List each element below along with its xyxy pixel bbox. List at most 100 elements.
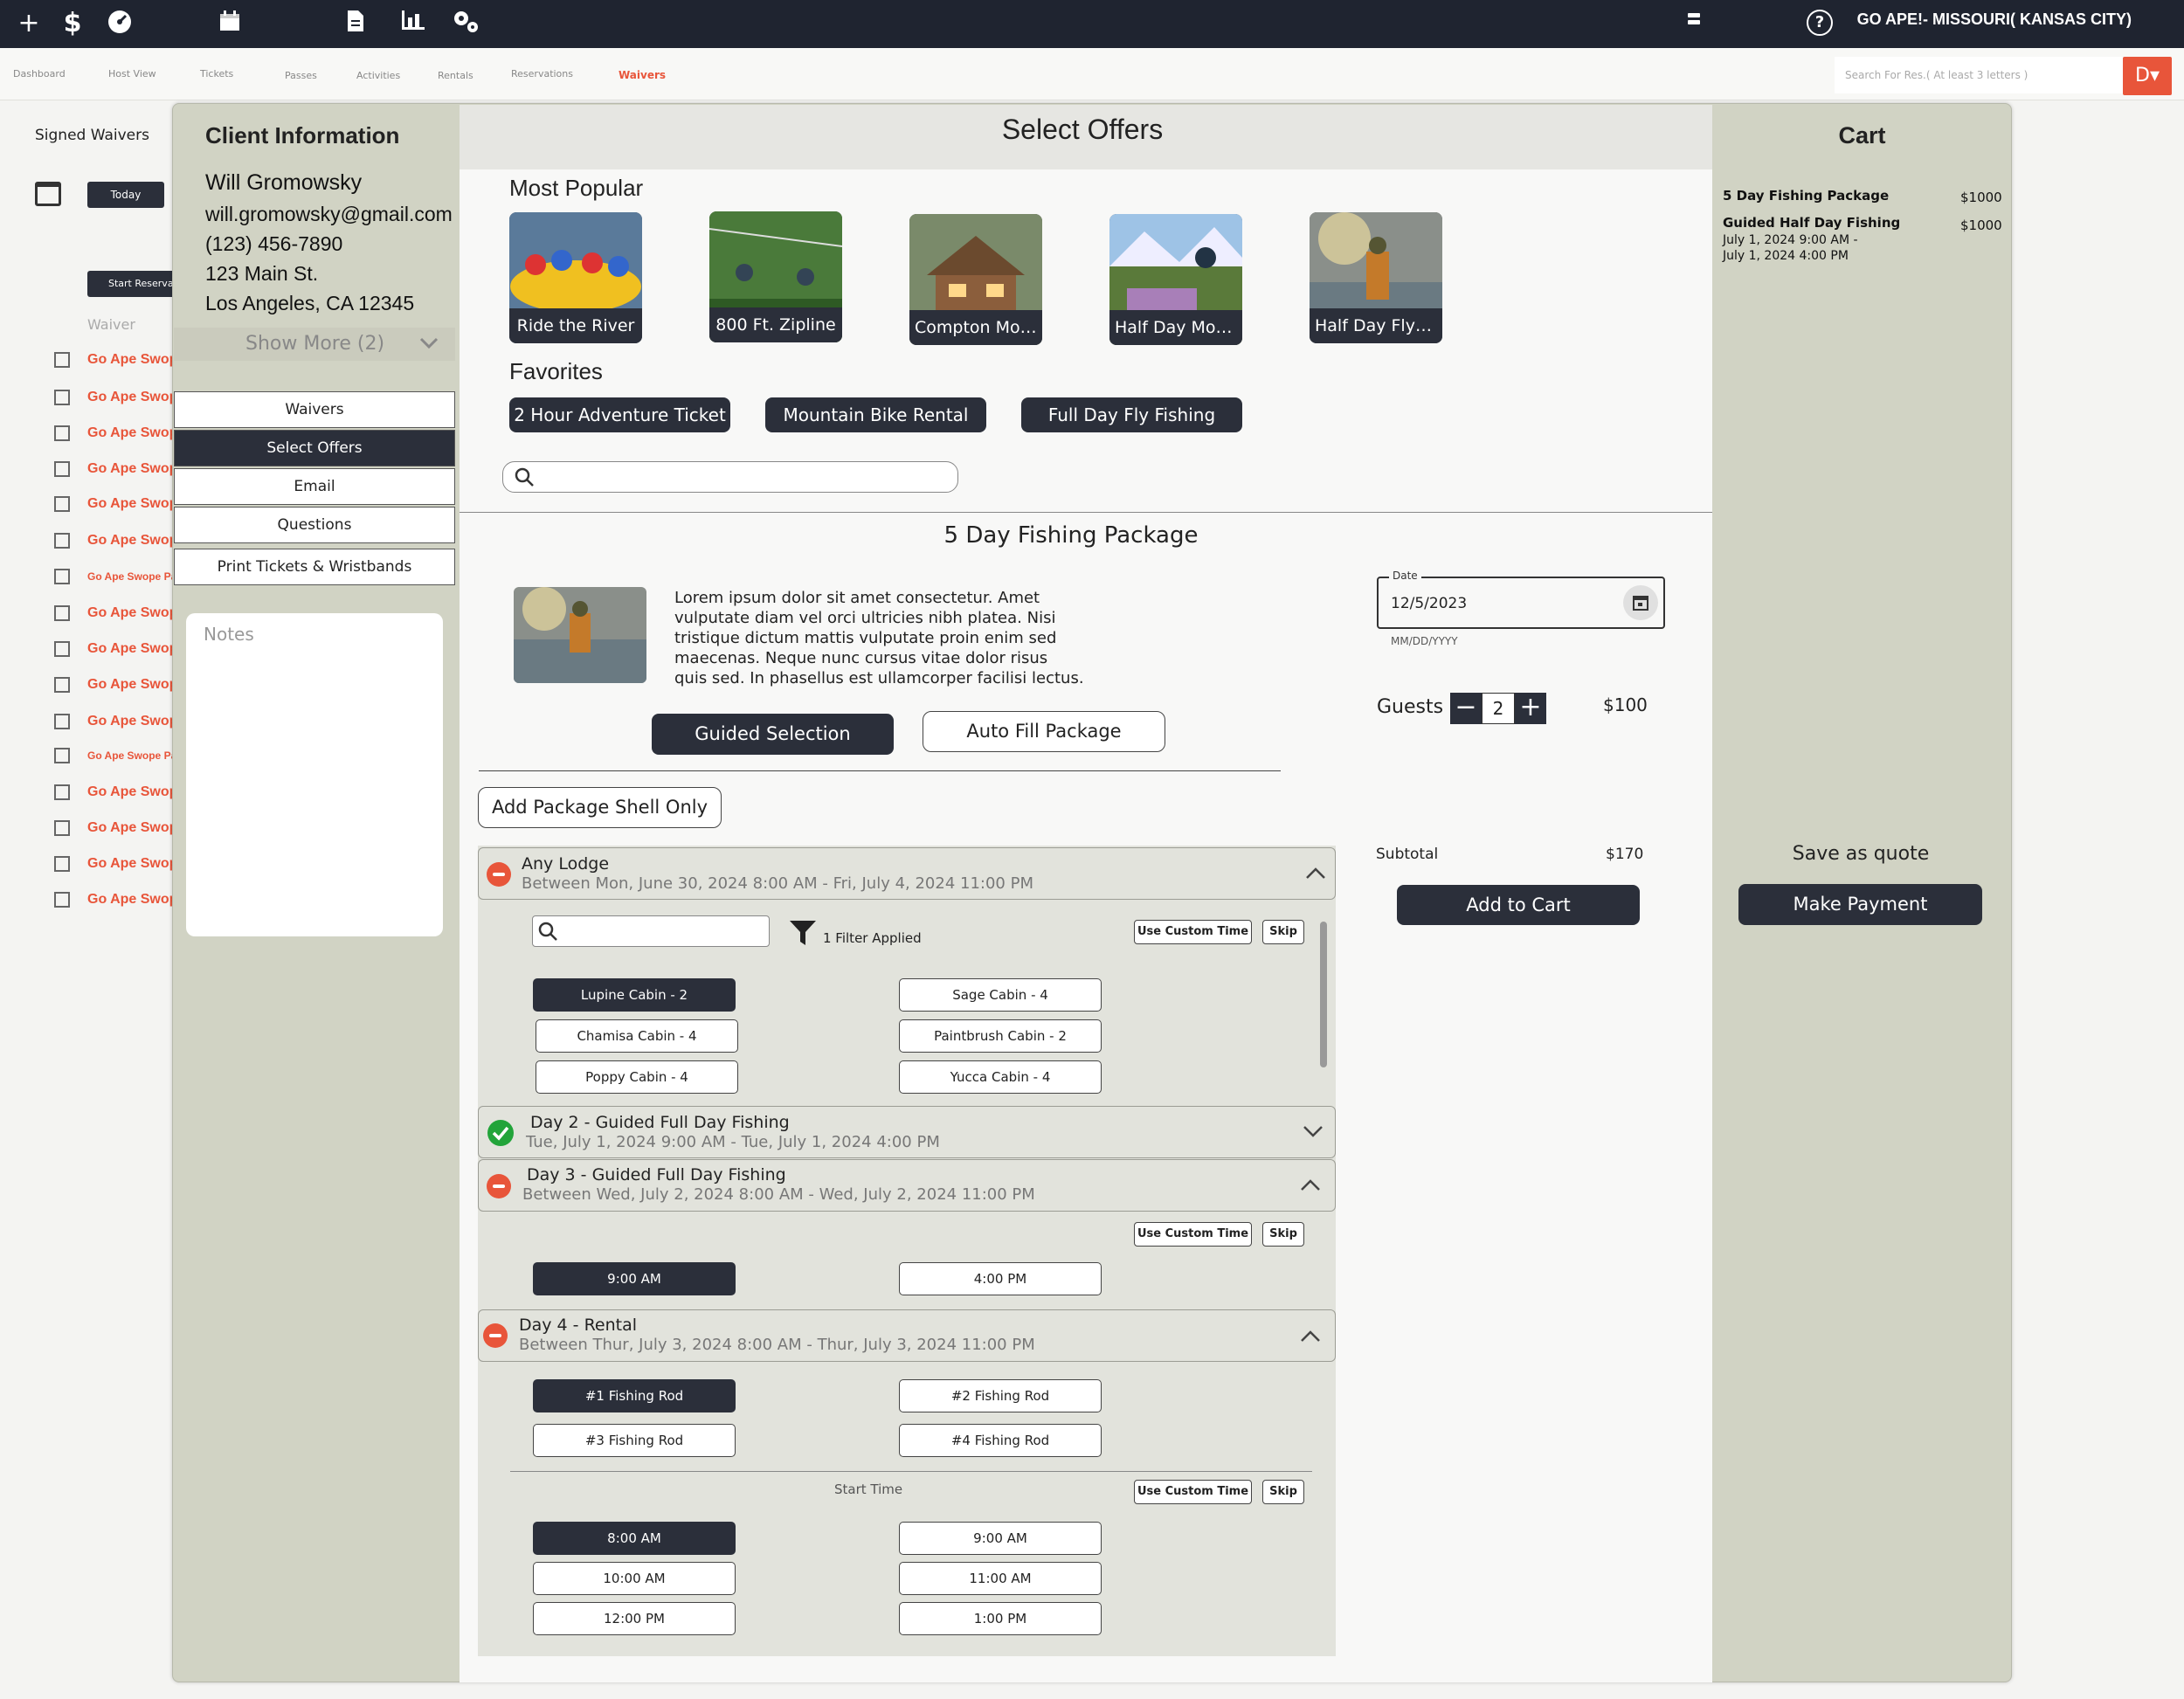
guests-value[interactable]: 2	[1482, 693, 1515, 724]
use-custom-time-button[interactable]: Use Custom Time	[1134, 1222, 1252, 1247]
offer-tile-zipline[interactable]: 800 Ft. Zipline	[709, 211, 842, 342]
waiver-row[interactable]: Go Ape Swope Park	[54, 853, 175, 874]
add-package-shell-button[interactable]: Add Package Shell Only	[478, 787, 722, 828]
make-payment-button[interactable]: Make Payment	[1738, 884, 1982, 925]
waiver-checkbox[interactable]	[54, 425, 70, 441]
grid-icon[interactable]	[1688, 13, 1704, 32]
filter-icon[interactable]	[788, 917, 818, 947]
offer-tile-flyfishing[interactable]: Half Day Flyfishing	[1310, 212, 1442, 343]
dollar-icon[interactable]: $	[58, 9, 87, 38]
save-as-quote-link[interactable]: Save as quote	[1738, 843, 1983, 865]
add-to-cart-button[interactable]: Add to Cart	[1397, 885, 1640, 925]
cabin-option[interactable]: Sage Cabin - 4	[899, 978, 1102, 1012]
offer-tile-ride-the-river[interactable]: Ride the River	[509, 212, 642, 343]
cabin-option[interactable]: Poppy Cabin - 4	[536, 1060, 738, 1094]
guided-selection-button[interactable]: Guided Selection	[652, 714, 894, 755]
scrollbar[interactable]	[1320, 922, 1327, 1067]
nav-rentals[interactable]: Rentals	[438, 70, 473, 81]
nav-dashboard[interactable]: Dashboard	[13, 68, 66, 79]
waiver-checkbox[interactable]	[54, 641, 70, 657]
menu-print-tickets[interactable]: Print Tickets & Wristbands	[174, 549, 455, 585]
waiver-row[interactable]: Go Ape Swope Park	[54, 349, 175, 370]
plus-icon[interactable]: +	[14, 9, 44, 38]
chevron-down-icon[interactable]	[419, 334, 439, 353]
menu-email[interactable]: Email	[174, 468, 455, 505]
notes-field[interactable]: Notes	[186, 613, 443, 936]
time-option[interactable]: 9:00 AM	[899, 1522, 1102, 1555]
plus-icon[interactable]: +	[1515, 693, 1546, 724]
cabin-option[interactable]: Paintbrush Cabin - 2	[899, 1019, 1102, 1053]
waiver-name[interactable]: Go Ape Swope Park	[87, 749, 175, 762]
cabin-search-input[interactable]	[532, 915, 770, 947]
waiver-row[interactable]: Go Ape Swope Park	[54, 639, 175, 660]
waiver-checkbox[interactable]	[54, 748, 70, 763]
cart-item-name[interactable]: 5 Day Fishing Package	[1723, 188, 1889, 204]
offer-search-input[interactable]	[502, 461, 958, 493]
skip-button[interactable]: Skip	[1262, 1222, 1304, 1247]
start-reservation-button[interactable]: Start Reservation	[87, 271, 183, 297]
waiver-name[interactable]: Go Ape Swope Park	[87, 677, 175, 693]
waiver-row[interactable]: Go Ape Swope Park	[54, 566, 175, 587]
waiver-row[interactable]: Go Ape Swope Park	[54, 459, 175, 480]
chevron-down-icon[interactable]	[1303, 1125, 1324, 1139]
chart-icon[interactable]	[398, 9, 428, 38]
document-icon[interactable]	[341, 9, 370, 38]
chevron-up-icon[interactable]	[1300, 1178, 1321, 1191]
waiver-row[interactable]: Go Ape Swope Park	[54, 530, 175, 551]
cabin-option[interactable]: Lupine Cabin - 2	[533, 978, 736, 1012]
use-custom-time-button[interactable]: Use Custom Time	[1134, 920, 1252, 944]
waiver-checkbox[interactable]	[54, 892, 70, 908]
waiver-row[interactable]: Go Ape Swope Park	[54, 818, 175, 839]
minus-icon[interactable]: −	[1450, 693, 1482, 724]
nav-reservations[interactable]: Reservations	[511, 68, 573, 79]
rental-option[interactable]: #1 Fishing Rod	[533, 1379, 736, 1412]
time-option[interactable]: 8:00 AM	[533, 1522, 736, 1555]
nav-tickets[interactable]: Tickets	[200, 68, 233, 79]
waiver-row[interactable]: Go Ape Swope Park	[54, 423, 175, 444]
nav-activities[interactable]: Activities	[356, 70, 400, 81]
waiver-name[interactable]: Go Ape Swope Park	[87, 714, 175, 729]
chevron-up-icon[interactable]	[1300, 1329, 1321, 1343]
waiver-checkbox[interactable]	[54, 533, 70, 549]
waiver-row[interactable]: Go Ape Swope Park	[54, 674, 175, 695]
user-menu-button[interactable]: D▾	[2123, 57, 2172, 95]
rental-option[interactable]: #2 Fishing Rod	[899, 1379, 1102, 1412]
location-name[interactable]: GO APE!- MISSOURI( KANSAS CITY)	[1857, 10, 2132, 29]
time-option[interactable]: 12:00 PM	[533, 1602, 736, 1635]
show-more-button[interactable]: Show More (2)	[174, 328, 455, 361]
waiver-row[interactable]: Go Ape Swope Park	[54, 494, 175, 515]
rental-option[interactable]: #3 Fishing Rod	[533, 1424, 736, 1457]
menu-questions[interactable]: Questions	[174, 507, 455, 543]
remove-icon[interactable]	[487, 1174, 511, 1198]
reservation-search-input[interactable]: Search For Res.( At least 3 letters )	[1835, 57, 2123, 93]
menu-waivers[interactable]: Waivers	[174, 391, 455, 428]
waiver-checkbox[interactable]	[54, 714, 70, 729]
waiver-name[interactable]: Go Ape Swope Park	[87, 784, 175, 800]
today-button[interactable]: Today	[87, 182, 164, 208]
waiver-name[interactable]: Go Ape Swope Park	[87, 820, 175, 836]
waiver-checkbox[interactable]	[54, 820, 70, 836]
waiver-checkbox[interactable]	[54, 784, 70, 800]
nav-passes[interactable]: Passes	[285, 70, 317, 81]
menu-select-offers[interactable]: Select Offers	[174, 430, 455, 466]
calendar-icon[interactable]	[1623, 585, 1658, 620]
waiver-name[interactable]: Go Ape Swope Park	[87, 856, 175, 872]
waiver-name[interactable]: Go Ape Swope Park	[87, 570, 175, 583]
favorite-2-hour-adventure[interactable]: 2 Hour Adventure Ticket	[509, 397, 730, 432]
chevron-up-icon[interactable]	[1305, 866, 1326, 880]
waiver-row[interactable]: Go Ape Swope Park	[54, 387, 175, 408]
waiver-row[interactable]: Go Ape Swope Park	[54, 711, 175, 732]
offer-tile-compton-mountain[interactable]: Compton Mountain Lodge	[909, 214, 1042, 345]
waiver-name[interactable]: Go Ape Swope Park	[87, 892, 175, 908]
waiver-name[interactable]: Go Ape Swope Park	[87, 496, 175, 512]
remove-icon[interactable]	[483, 1323, 508, 1348]
waiver-checkbox[interactable]	[54, 461, 70, 477]
time-option[interactable]: 4:00 PM	[899, 1262, 1102, 1295]
waiver-name[interactable]: Go Ape Swope Park	[87, 533, 175, 549]
time-option[interactable]: 9:00 AM	[533, 1262, 736, 1295]
gauge-icon[interactable]	[105, 9, 135, 38]
cabin-option[interactable]: Yucca Cabin - 4	[899, 1060, 1102, 1094]
time-option[interactable]: 10:00 AM	[533, 1562, 736, 1595]
waiver-checkbox[interactable]	[54, 352, 70, 368]
waiver-checkbox[interactable]	[54, 496, 70, 512]
